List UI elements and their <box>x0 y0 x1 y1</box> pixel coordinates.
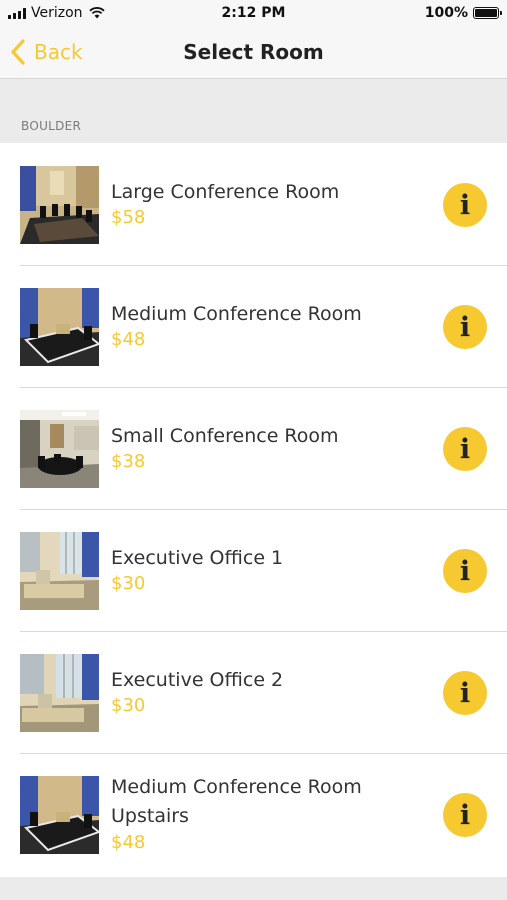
status-bar: Verizon 2:12 PM 100% <box>0 0 507 27</box>
info-icon: i <box>459 799 471 831</box>
room-row-executive-office-1[interactable]: Executive Office 1 $30 i <box>0 509 507 631</box>
room-thumbnail <box>20 532 99 610</box>
info-button[interactable]: i <box>443 793 487 837</box>
room-row-small-conference[interactable]: Small Conference Room $38 i <box>0 387 507 509</box>
list-footer-background <box>0 877 507 900</box>
room-price: $30 <box>111 573 146 594</box>
room-price: $38 <box>111 451 146 472</box>
battery-icon <box>473 7 502 19</box>
room-row-medium-conference[interactable]: Medium Conference Room $48 i <box>0 265 507 387</box>
room-row-medium-conference-upstairs[interactable]: Medium Conference Room Upstairs $48 i <box>0 753 507 877</box>
info-button[interactable]: i <box>443 427 487 471</box>
info-icon: i <box>459 677 471 709</box>
room-thumbnail <box>20 654 99 732</box>
info-icon: i <box>459 433 471 465</box>
info-button[interactable]: i <box>443 183 487 227</box>
room-name: Medium Conference Room <box>111 303 362 325</box>
section-label: BOULDER <box>21 119 82 133</box>
page-title: Select Room <box>183 40 324 64</box>
info-icon: i <box>459 555 471 587</box>
battery-percent: 100% <box>424 5 468 21</box>
room-name: Large Conference Room <box>111 181 340 203</box>
info-icon: i <box>459 189 471 221</box>
info-icon: i <box>459 311 471 343</box>
room-list: Large Conference Room $58 i Medium Confe… <box>0 143 507 877</box>
room-name: Executive Office 2 <box>111 669 284 691</box>
info-button[interactable]: i <box>443 671 487 715</box>
section-header: BOULDER <box>0 80 507 143</box>
info-button[interactable]: i <box>443 549 487 593</box>
room-thumbnail <box>20 410 99 488</box>
room-price: $58 <box>111 207 146 228</box>
room-price: $48 <box>111 832 146 853</box>
navigation-bar: Back Select Room <box>0 27 507 79</box>
info-button[interactable]: i <box>443 305 487 349</box>
room-thumbnail <box>20 166 99 244</box>
room-price: $30 <box>111 695 146 716</box>
room-name: Executive Office 1 <box>111 547 284 569</box>
room-thumbnail <box>20 288 99 366</box>
room-name: Small Conference Room <box>111 425 339 447</box>
room-thumbnail <box>20 776 99 854</box>
room-row-executive-office-2[interactable]: Executive Office 2 $30 i <box>0 631 507 753</box>
room-name: Medium Conference Room Upstairs <box>111 776 362 827</box>
room-price: $48 <box>111 329 146 350</box>
room-row-large-conference[interactable]: Large Conference Room $58 i <box>0 143 507 265</box>
status-right: 100% <box>424 5 502 21</box>
